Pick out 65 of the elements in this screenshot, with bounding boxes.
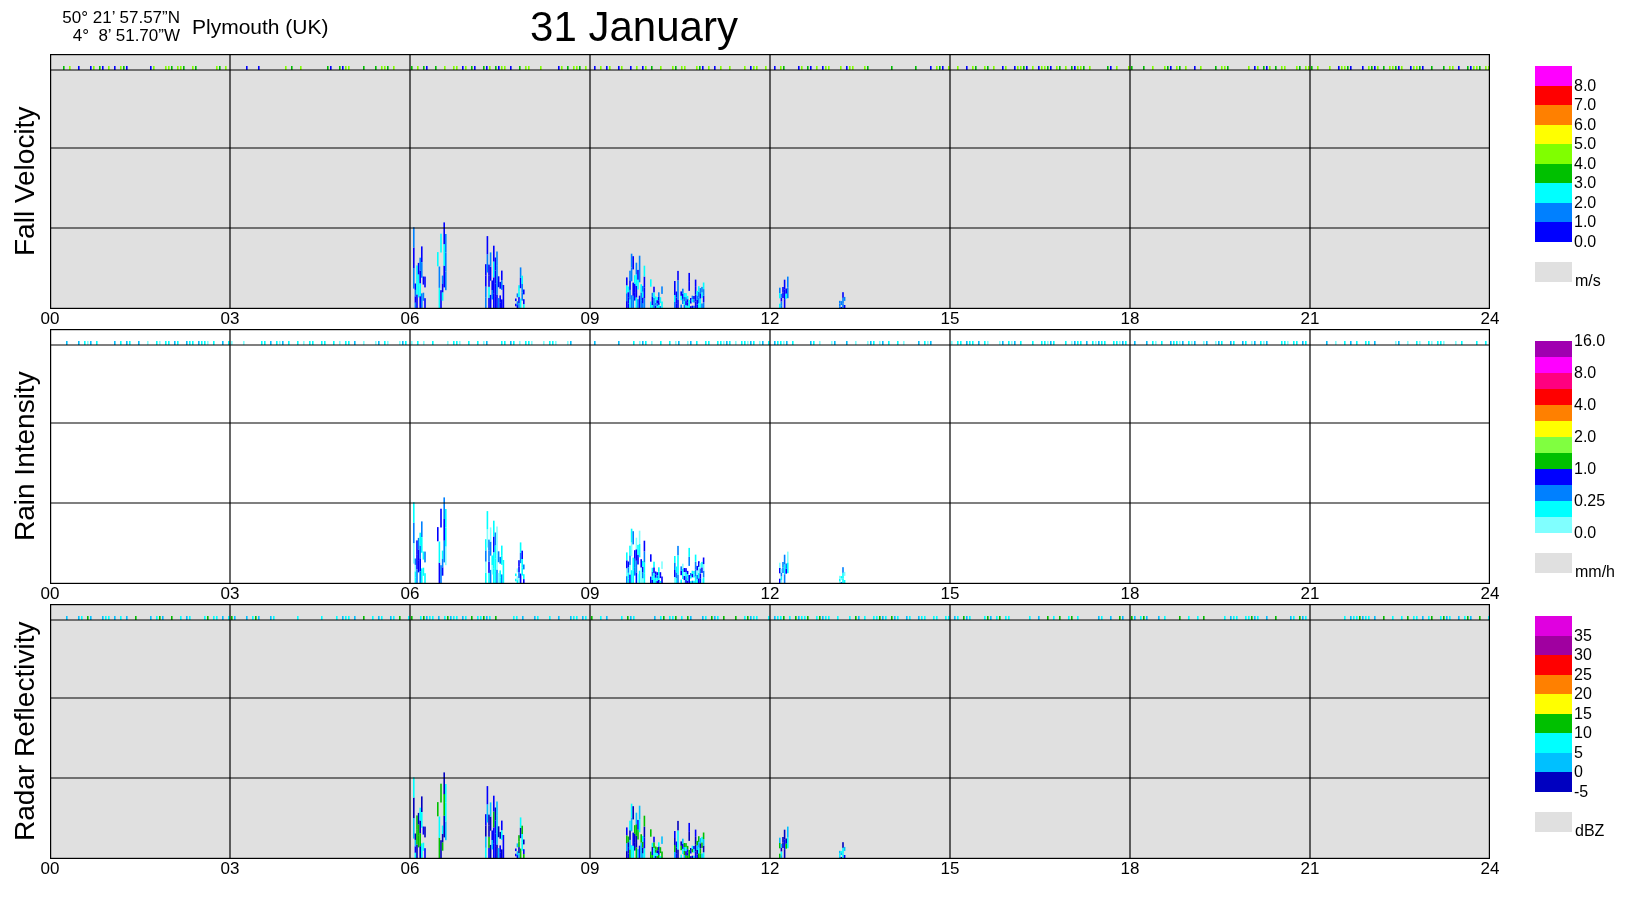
axis-tick-label: 03: [220, 859, 240, 879]
axis-title: Fall Velocity: [9, 105, 41, 259]
axis-tick-label: 00: [40, 309, 60, 329]
axis-tick-label: 06: [400, 859, 420, 879]
axis-tick-label: 18: [1120, 859, 1140, 879]
no-data-swatch: [1535, 811, 1572, 832]
axis-tick-label: 09: [580, 584, 600, 604]
axis-tick-label: 15: [940, 584, 960, 604]
axis-tick-label: 21: [1300, 859, 1320, 879]
unit-label: dBZ: [1575, 821, 1605, 840]
unit-label: m/s: [1575, 271, 1601, 290]
axis-tick-label: 09: [580, 309, 600, 329]
legend-label: 7.0: [1574, 96, 1597, 114]
axis-tick-label: 09: [580, 859, 600, 879]
axis-tick-label: 24: [1480, 584, 1500, 604]
unit-label: mm/h: [1575, 563, 1615, 581]
location-text: Plymouth (UK): [192, 15, 330, 39]
legend-label: 5: [1574, 743, 1583, 762]
legend-label: 16.0: [1574, 332, 1606, 350]
axis-title: Rain Intensity: [9, 370, 41, 544]
axis-tick-label: 12: [760, 584, 780, 604]
coordinate-text: 50° 21’ 57.57”N: [62, 9, 180, 27]
axis-tick-label: 12: [760, 859, 780, 879]
axis-tick-label: 00: [40, 584, 60, 604]
legend-label: 1.0: [1574, 213, 1597, 231]
legend-label: 35: [1574, 626, 1592, 645]
legend-label: 0.0: [1574, 524, 1597, 542]
axis-tick-label: 24: [1480, 309, 1500, 329]
no-data-swatch: [1535, 553, 1572, 573]
axis-tick-label: 15: [940, 309, 960, 329]
axis-tick-label: 21: [1300, 584, 1320, 604]
legend-label: 20: [1574, 685, 1592, 703]
legend-label: 4.0: [1574, 396, 1597, 414]
legend-label: 0.0: [1574, 232, 1597, 251]
axis-tick-label: 18: [1120, 309, 1140, 329]
legend-label: 0.25: [1574, 492, 1606, 510]
axis-tick-label: 15: [940, 859, 960, 879]
axis-tick-label: 12: [760, 309, 780, 329]
axis-tick-label: 21: [1300, 309, 1320, 329]
legend-label: 8.0: [1574, 76, 1597, 95]
legend-label: 4.0: [1574, 154, 1597, 173]
axis-tick-label: 06: [400, 584, 420, 604]
legend-label: 2.0: [1574, 193, 1597, 212]
no-data-swatch: [1535, 261, 1572, 282]
legend-label: 15: [1574, 704, 1592, 723]
legend-label: 2.0: [1574, 428, 1597, 446]
chart-title: 31 January: [530, 3, 738, 51]
axis-tick-label: 03: [220, 309, 240, 329]
legend-label: 10: [1574, 724, 1592, 742]
legend-label: 25: [1574, 665, 1592, 684]
legend-label: 8.0: [1574, 364, 1597, 382]
axis-tick-label: 24: [1480, 859, 1500, 879]
axis-tick-label: 03: [220, 584, 240, 604]
coordinate-text: 4° 8’ 51.70”W: [72, 27, 180, 45]
legend-label: 5.0: [1574, 135, 1597, 153]
axis-title: Radar Reflectivity: [9, 620, 41, 844]
legend-label: 6.0: [1574, 115, 1597, 134]
legend-label: 30: [1574, 646, 1592, 664]
axis-tick-label: 06: [400, 309, 420, 329]
legend-label: -5: [1574, 782, 1589, 801]
legend-label: 1.0: [1574, 460, 1597, 478]
legend-label: 0: [1574, 763, 1583, 781]
axis-tick-label: 18: [1120, 584, 1140, 604]
legend-label: 3.0: [1574, 174, 1597, 192]
axis-tick-label: 00: [40, 859, 60, 879]
